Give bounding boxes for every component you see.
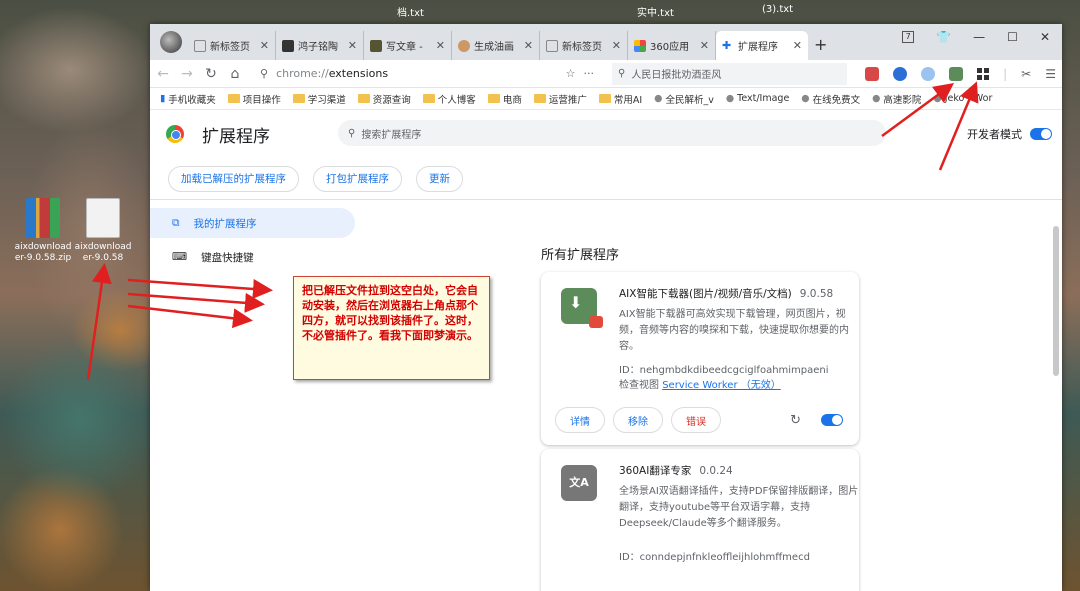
arrow-to-folder bbox=[86, 263, 112, 381]
arrow-to-extension-icon bbox=[881, 83, 955, 138]
arrow-to-page-1 bbox=[127, 278, 273, 299]
arrow-to-extensions-menu bbox=[938, 81, 979, 171]
arrow-to-page-3 bbox=[127, 304, 253, 329]
annotation-arrows bbox=[86, 81, 979, 381]
arrow-to-page-2 bbox=[127, 292, 265, 313]
